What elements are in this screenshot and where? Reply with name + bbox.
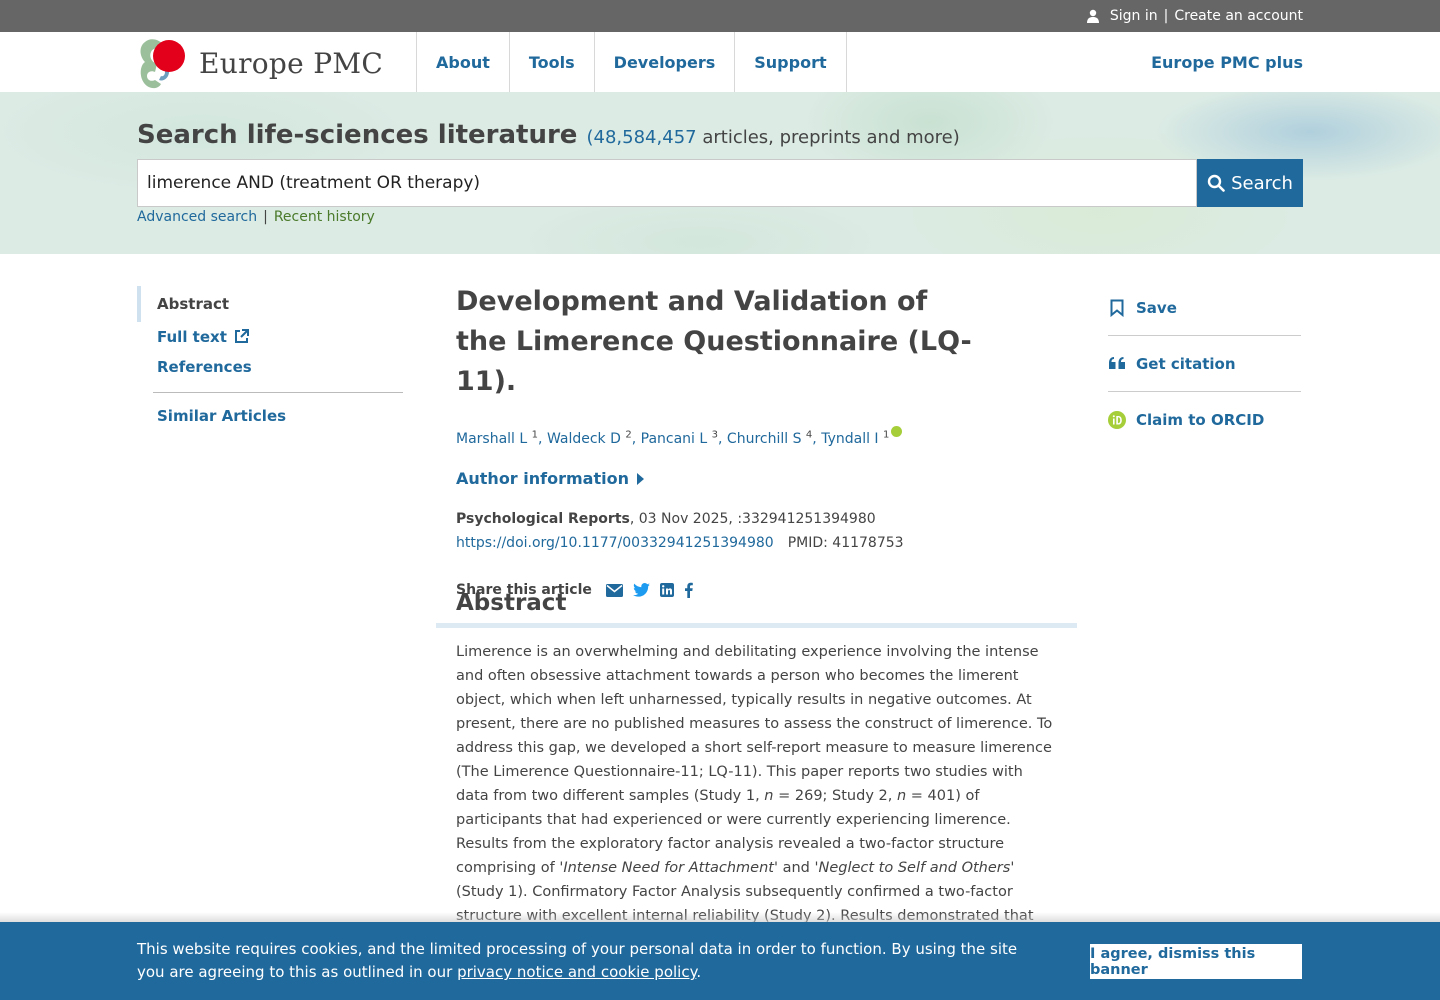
search-button[interactable]: Search — [1197, 159, 1303, 207]
bookmark-icon — [1110, 299, 1124, 317]
leftnav-references[interactable]: References — [137, 352, 403, 382]
journal-name: Psychological Reports — [456, 511, 630, 527]
claim-orcid-button[interactable]: Claim to ORCID — [1108, 392, 1301, 448]
logo-mark-icon — [137, 36, 187, 90]
abstract-text: Limerence is an overwhelming and debilit… — [456, 644, 1053, 948]
orcid-icon — [1108, 411, 1126, 429]
cookie-banner-shadow — [0, 912, 1440, 922]
author-link[interactable]: Waldeck D — [547, 431, 621, 447]
leftnav-similar-articles[interactable]: Similar Articles — [137, 401, 403, 431]
author-link[interactable]: Churchill S — [727, 431, 802, 447]
article-actions: Save Get citation Claim to ORCID — [1108, 280, 1301, 448]
doi-link[interactable]: https://doi.org/10.1177/0033294125139498… — [456, 535, 774, 551]
author-information-toggle[interactable]: Author information — [456, 469, 1076, 488]
search-links: Advanced search | Recent history — [137, 209, 375, 225]
privacy-policy-link[interactable]: privacy notice and cookie policy — [457, 963, 696, 981]
topbar-separator: | — [1163, 8, 1169, 24]
advanced-search-link[interactable]: Advanced search — [137, 209, 257, 225]
create-account-link[interactable]: Create an account — [1174, 8, 1303, 24]
recent-history-link[interactable]: Recent history — [274, 209, 375, 225]
abstract-heading: Abstract — [456, 590, 567, 616]
dismiss-cookie-banner-button[interactable]: I agree, dismiss this banner — [1090, 944, 1302, 979]
search-banner: Search life-sciences literature (48,584,… — [0, 92, 1440, 254]
user-icon — [1086, 9, 1099, 23]
author-list: Marshall L 1, Waldeck D 2, Pancani L 3, … — [456, 426, 1076, 447]
logo-text: Europe PMC — [199, 46, 384, 80]
publication-date: , 03 Nov 2025, :332941251394980 — [629, 511, 876, 527]
author-link[interactable]: Tyndall I — [821, 431, 878, 447]
leftnav-divider — [153, 392, 403, 393]
orcid-icon[interactable] — [891, 426, 903, 437]
article-title: Development and Validation of the Limere… — [456, 286, 972, 397]
author-link[interactable]: Marshall L — [456, 431, 527, 447]
author-link[interactable]: Pancani L — [641, 431, 708, 447]
search-heading: Search life-sciences literature (48,584,… — [137, 120, 960, 150]
europe-pmc-logo[interactable]: Europe PMC — [137, 36, 383, 90]
external-link-icon — [235, 329, 250, 343]
cookie-banner: This website requires cookies, and the l… — [0, 922, 1440, 1000]
get-citation-button[interactable]: Get citation — [1108, 336, 1301, 392]
pmid: PMID: 41178753 — [787, 535, 904, 551]
europe-pmc-plus-link[interactable]: Europe PMC plus — [1151, 32, 1303, 92]
abstract-heading-bar: Abstract — [436, 590, 1077, 628]
leftnav-full-text[interactable]: Full text — [137, 322, 403, 352]
nav-support[interactable]: Support — [734, 32, 847, 92]
caret-right-icon — [636, 472, 644, 485]
search-input[interactable]: limerence AND (treatment OR therapy) — [137, 159, 1197, 207]
leftnav-abstract[interactable]: Abstract — [137, 286, 403, 322]
quote-icon — [1108, 357, 1125, 369]
article-main: Development and Validation of the Limere… — [456, 282, 1076, 598]
site-header: Europe PMC About Tools Developers Suppor… — [0, 32, 1440, 92]
sign-in-link[interactable]: Sign in — [1110, 8, 1158, 24]
article-count: (48,584,457 articles, preprints and more… — [586, 127, 960, 148]
search-links-separator: | — [263, 209, 268, 225]
cookie-message: This website requires cookies, and the l… — [137, 940, 1018, 981]
nav-tools[interactable]: Tools — [508, 32, 594, 92]
nav-developers[interactable]: Developers — [593, 32, 735, 92]
nav-about[interactable]: About — [416, 32, 509, 92]
top-bar: Sign in | Create an account — [0, 0, 1440, 32]
article-section-nav: Abstract Full text References Similar Ar… — [137, 286, 403, 431]
save-button[interactable]: Save — [1108, 280, 1301, 336]
search-icon — [1207, 174, 1225, 192]
main-nav: About Tools Developers Support — [416, 32, 847, 92]
citation-info: Psychological Reports, 03 Nov 2025, :332… — [456, 507, 1076, 555]
